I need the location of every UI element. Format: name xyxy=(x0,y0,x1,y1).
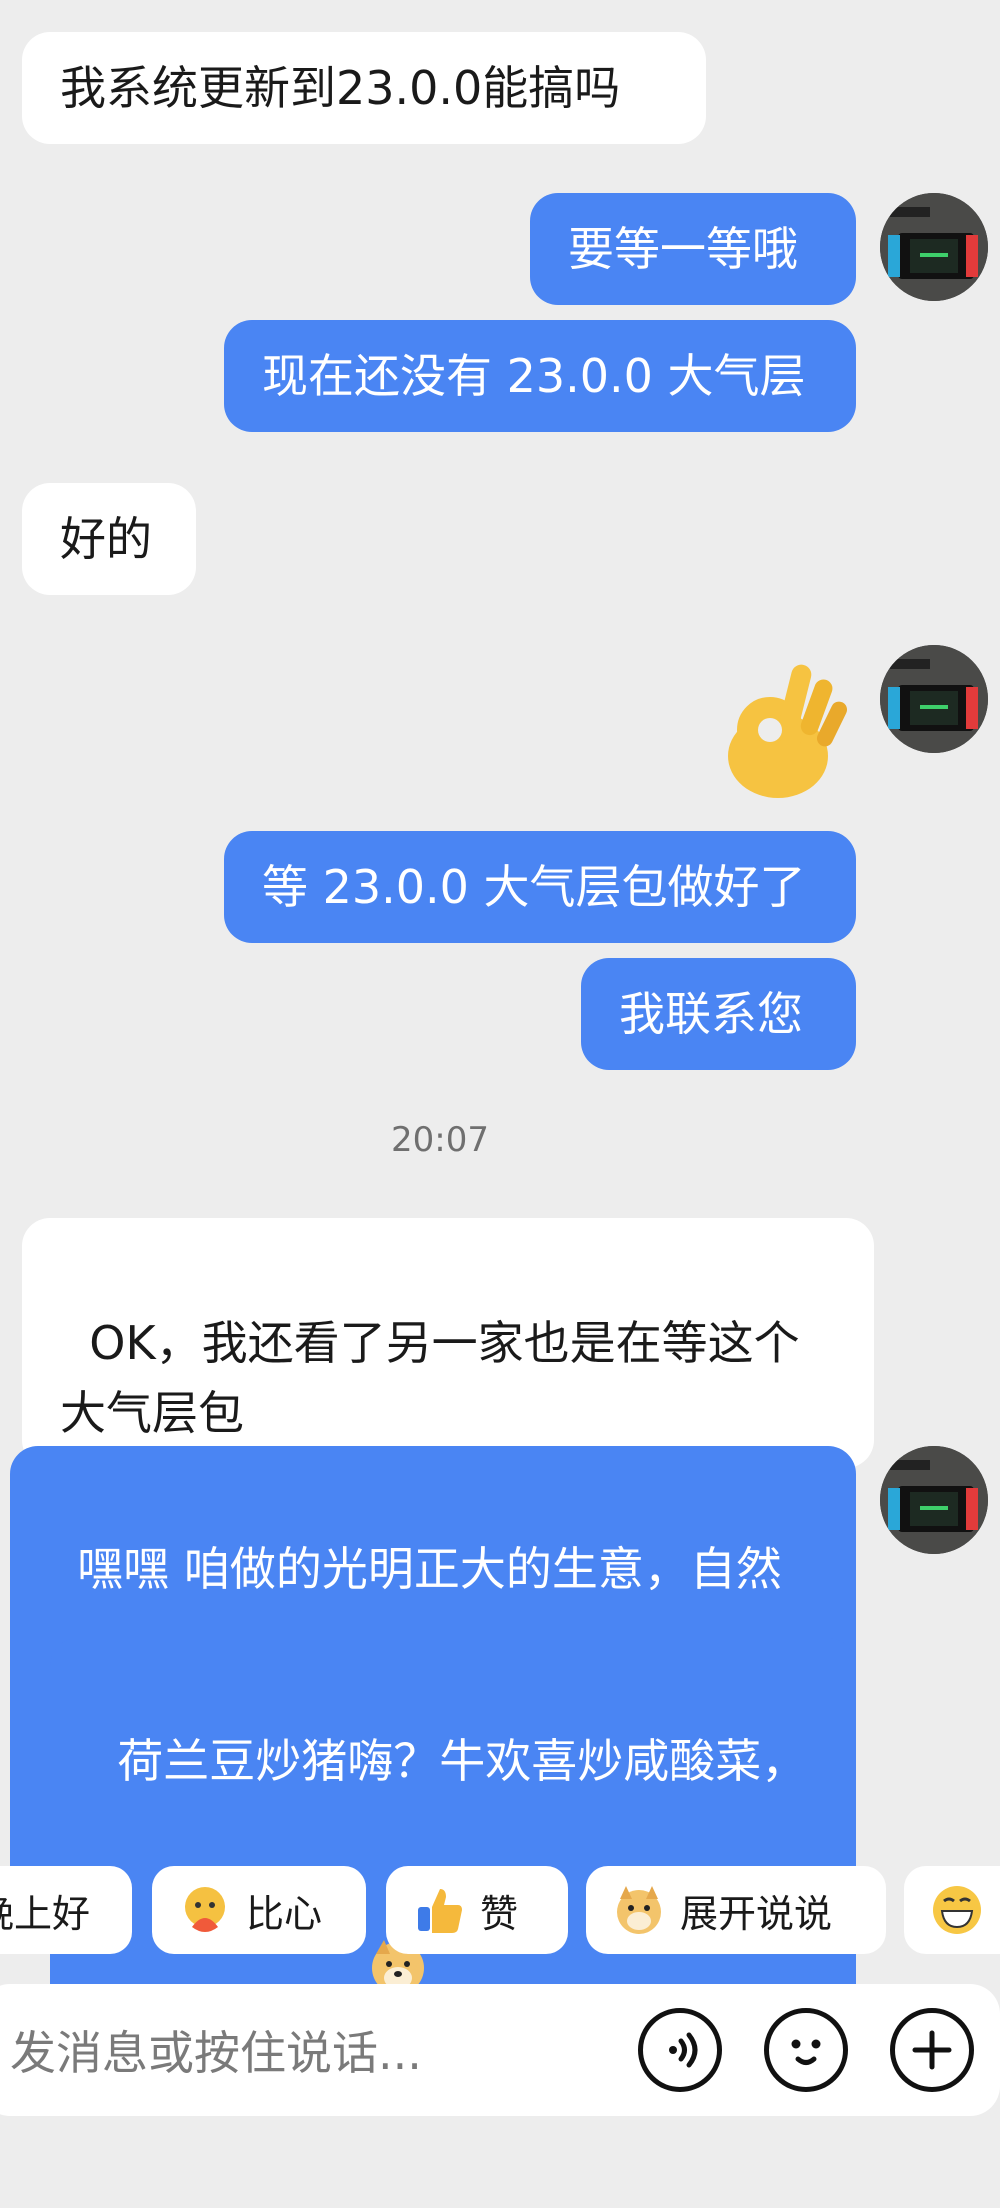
message-text: 我联系您 xyxy=(619,987,803,1041)
avatar[interactable] xyxy=(880,1446,988,1554)
message-input[interactable]: 发消息或按住说话... xyxy=(10,1984,422,2116)
message-bubble-outgoing[interactable]: 要等一等哦 xyxy=(530,193,856,305)
message-bubble-incoming[interactable]: 我系统更新到23.0.0能搞吗 xyxy=(22,32,706,144)
plus-circle-icon[interactable] xyxy=(890,2008,974,2092)
doge-emoji xyxy=(368,1796,428,1994)
quick-reply-label: 展开说说 xyxy=(680,1891,833,1936)
message-text: 等 23.0.0 大气层包做好了 xyxy=(262,860,806,914)
quick-reply-chip[interactable]: 晚上好 xyxy=(0,1866,132,1954)
quick-reply-chip[interactable] xyxy=(904,1866,1000,1954)
message-text: OK，我还看了另一家也是在等这个大气层包 xyxy=(60,1316,800,1440)
message-text: 要等一等哦 xyxy=(568,222,798,276)
quick-reply-chip[interactable]: 比心 xyxy=(152,1866,366,1954)
message-bubble-outgoing[interactable]: 现在还没有 23.0.0 大气层 xyxy=(224,320,856,432)
quick-reply-label: 晚上好 xyxy=(0,1891,91,1936)
timestamp: 20:07 xyxy=(391,1120,489,1160)
smile-face-icon[interactable] xyxy=(764,2008,848,2092)
avatar[interactable] xyxy=(880,645,988,753)
doge-emoji xyxy=(612,1883,666,1937)
message-bubble-outgoing[interactable]: 我联系您 xyxy=(581,958,856,1070)
message-text: 现在还没有 23.0.0 大气层 xyxy=(262,349,806,403)
quick-reply-chip[interactable]: 展开说说 xyxy=(586,1866,886,1954)
ok-hand-emoji xyxy=(716,656,850,806)
message-text: 我系统更新到23.0.0能搞吗 xyxy=(60,61,621,115)
message-bubble-outgoing[interactable]: 等 23.0.0 大气层包做好了 xyxy=(224,831,856,943)
avatar[interactable] xyxy=(880,193,988,301)
voice-wave-icon[interactable] xyxy=(638,2008,722,2092)
message-bubble-incoming[interactable]: 好的 xyxy=(22,483,196,595)
quick-reply-label: 赞 xyxy=(480,1891,519,1936)
grinning-face-emoji xyxy=(930,1883,984,1937)
message-input-bar: 发消息或按住说话... xyxy=(0,1984,1000,2116)
quick-reply-label: 比心 xyxy=(246,1891,323,1936)
thumbs-up-emoji xyxy=(412,1883,466,1937)
heart-hands-emoji xyxy=(178,1883,232,1937)
quick-reply-chip[interactable]: 赞 xyxy=(386,1866,568,1954)
message-bubble-incoming[interactable]: OK，我还看了另一家也是在等这个大气层包 xyxy=(22,1218,874,1468)
message-text: 好的 xyxy=(60,512,152,566)
